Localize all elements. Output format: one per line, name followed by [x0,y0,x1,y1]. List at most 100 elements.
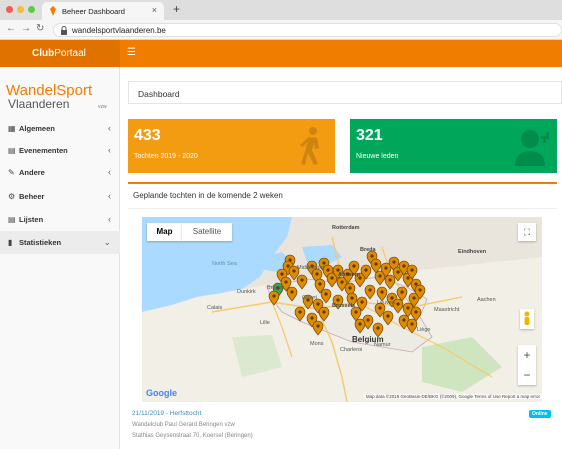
sidebar-item-lijsten[interactable]: ▤ Lijsten ‹ [0,208,120,231]
favicon-icon [50,6,56,16]
grid-icon: ▦ [8,124,16,133]
chevron-down-icon: ⌄ [103,237,111,247]
map-marker-dot [316,324,320,328]
map-label: Mons [310,341,324,347]
forward-icon[interactable]: → [21,23,31,34]
tab-close-icon[interactable]: × [152,5,157,15]
status-badge: Online [529,410,551,418]
stat-box-tochten[interactable]: 433 Tochten 2019 - 2020 [128,119,335,173]
back-icon[interactable]: ← [6,23,16,34]
sidebar-item-evenementen[interactable]: ▤ Evenementen ‹ [0,139,120,162]
sidebar-item-label: Lijsten [19,215,44,224]
map-marker-dot [388,278,392,282]
map-marker-dot [330,276,334,280]
zoom-in-button[interactable]: + [518,345,536,365]
map-marker-dot [316,302,320,306]
map-label: North Sea [212,261,237,267]
brand-suffix: vzw [98,104,107,110]
app-logo[interactable]: ClubPortaal [0,40,120,67]
map-marker-dot [392,260,396,264]
stat-box-nieuwe-leden[interactable]: 321 Nieuwe leden [350,119,557,173]
app-header: ClubPortaal ☰ [0,40,562,67]
map-label: Leuven [377,300,396,306]
map-marker-dot [350,296,354,300]
page-header: Dashboard [128,81,562,104]
map-marker-dot [360,300,364,304]
map-marker-dot [368,288,372,292]
cogs-icon: ⚙ [8,192,16,201]
map-label: Rotterdam [332,225,360,231]
zoom-out-button[interactable]: − [518,365,536,385]
map-marker-dot [414,310,418,314]
map-marker-dot [290,290,294,294]
street-view-pegman-icon[interactable] [520,309,534,329]
address-bar: ← → ↻ wandelsportvlaanderen.be [0,20,562,40]
sidebar-item-andere[interactable]: ✎ Andere ‹ [0,161,120,184]
map-marker-dot [410,322,414,326]
satellite-type-button[interactable]: Satellite [182,223,232,241]
map-marker-dot [418,288,422,292]
map-marker-dot [322,310,326,314]
map-label: Calais [207,305,223,311]
menu-toggle-icon[interactable]: ☰ [127,47,136,58]
map-marker-dot [402,264,406,268]
map-marker-dot [348,286,352,290]
map-label: Breda [360,247,376,253]
sidebar-item-algemeen[interactable]: ▦ Algemeen ‹ [0,117,120,140]
chevron-left-icon: ‹ [108,145,111,155]
map-label: Ghent [302,295,317,301]
map-marker-dot [324,292,328,296]
google-map[interactable]: Rotterdam Breda Eindhoven Middelburg Ant… [142,217,542,402]
map-label: Charleroi [340,347,363,353]
google-logo: Google [146,388,177,398]
event-title-link[interactable]: 21/11/2019 - Herfsttocht [132,410,201,417]
map-marker-dot [364,268,368,272]
map-label: Liège [417,327,431,333]
map-marker-dot [298,310,302,314]
map-attribution[interactable]: Map data ©2019 GeoBasis-DE/BKG (©2009), … [363,394,542,399]
map-label: Dunkirk [237,289,256,295]
map-label: Belgium [352,335,384,344]
user-icon [515,130,549,166]
brand-line2: Vlaanderen [8,97,69,111]
map-marker-dot [286,264,290,268]
browser-tab-bar: Beheer Dashboard × + [0,0,562,20]
browser-tab[interactable]: Beheer Dashboard × [42,2,164,20]
map-marker-dot [354,310,358,314]
walker-icon [300,127,319,165]
chevron-left-icon: ‹ [108,123,111,133]
map-marker-dot [384,266,388,270]
zoom-control: + − [518,345,536,385]
minimize-window-icon[interactable] [17,6,24,13]
maximize-window-icon[interactable] [28,6,35,13]
sidebar-item-statistieken[interactable]: ▮ Statistieken ⌄ [0,231,120,254]
logo-rest: Portaal [54,48,86,59]
fullscreen-icon[interactable]: ⛶ [518,223,536,241]
map-marker-dot [380,290,384,294]
map-marker-dot [340,280,344,284]
stat-label: Nieuwe leden [356,153,399,160]
map-label: Lille [260,320,270,326]
close-window-icon[interactable] [6,6,13,13]
map-label: Middelburg [297,265,325,271]
sidebar: WandelSport Vlaanderen vzw ▦ Algemeen ‹ … [0,67,120,449]
map-marker-dot [370,254,374,258]
reload-icon[interactable]: ↻ [36,23,44,34]
new-tab-button[interactable]: + [173,2,180,16]
event-address: Stathias Geysenstraat 70, Koersel (Berin… [132,433,253,439]
map-marker-dot [300,278,304,282]
event-organizer: Wandelclub Paul Gerard Beringen vzw [132,422,235,428]
map-marker-dot [280,272,284,276]
map-marker-dot [272,294,276,298]
sidebar-item-beheer[interactable]: ⚙ Beheer ‹ [0,185,120,208]
bar-chart-icon: ▮ [8,238,13,247]
url-input[interactable]: wandelsportvlaanderen.be [53,23,562,37]
map-marker-dot [374,262,378,266]
map-marker-dot [402,318,406,322]
edit-icon: ✎ [8,168,15,177]
map-marker-dot [414,282,418,286]
map-marker-dot [410,268,414,272]
map-type-button[interactable]: Map [147,223,182,241]
url-text: wandelsportvlaanderen.be [72,26,166,35]
map-label: Maastricht [434,307,460,313]
